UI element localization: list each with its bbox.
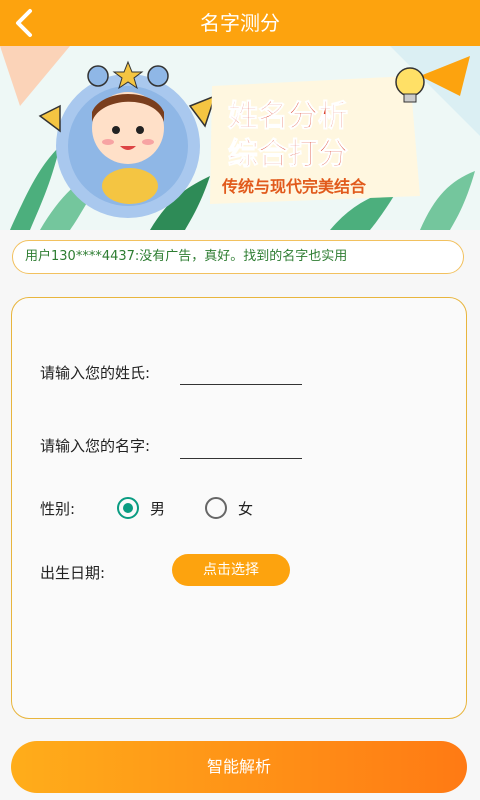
analyze-button[interactable]: 智能解析 <box>11 741 467 793</box>
ticker-text: 用户130****4437:没有广告，真好。找到的名字也实用 <box>25 249 348 264</box>
name-input[interactable] <box>180 438 302 459</box>
page-title: 名字测分 <box>200 11 280 35</box>
gender-male-radio[interactable] <box>117 497 139 519</box>
gender-female-label: 女 <box>238 500 254 518</box>
gender-female-radio[interactable] <box>205 497 227 519</box>
banner-text-panel: 姓名分析 综合打分 传统与现代完美结合 <box>210 76 420 204</box>
gender-male-label: 男 <box>150 500 166 518</box>
banner-line2: 综合打分 <box>228 137 348 172</box>
banner-line1: 姓名分析 <box>228 99 348 134</box>
banner-tagline: 传统与现代完美结合 <box>221 177 367 196</box>
top-bar: 名字测分 <box>0 0 480 46</box>
surname-label: 请输入您的姓氏: <box>40 364 151 382</box>
birth-date-label: 出生日期: <box>40 564 106 582</box>
birth-date-select-button[interactable]: 点击选择 <box>172 554 290 586</box>
input-form-card: 请输入您的姓氏: 请输入您的名字: 性别: 男 女 出生日期: 点击选择 <box>11 297 467 719</box>
promo-banner: 姓名分析 综合打分 传统与现代完美结合 <box>0 46 480 230</box>
gender-label: 性别: <box>40 500 76 518</box>
review-ticker: 用户130****4437:没有广告，真好。找到的名字也实用 <box>12 240 464 274</box>
surname-input[interactable] <box>180 364 302 385</box>
name-label: 请输入您的名字: <box>40 437 151 455</box>
